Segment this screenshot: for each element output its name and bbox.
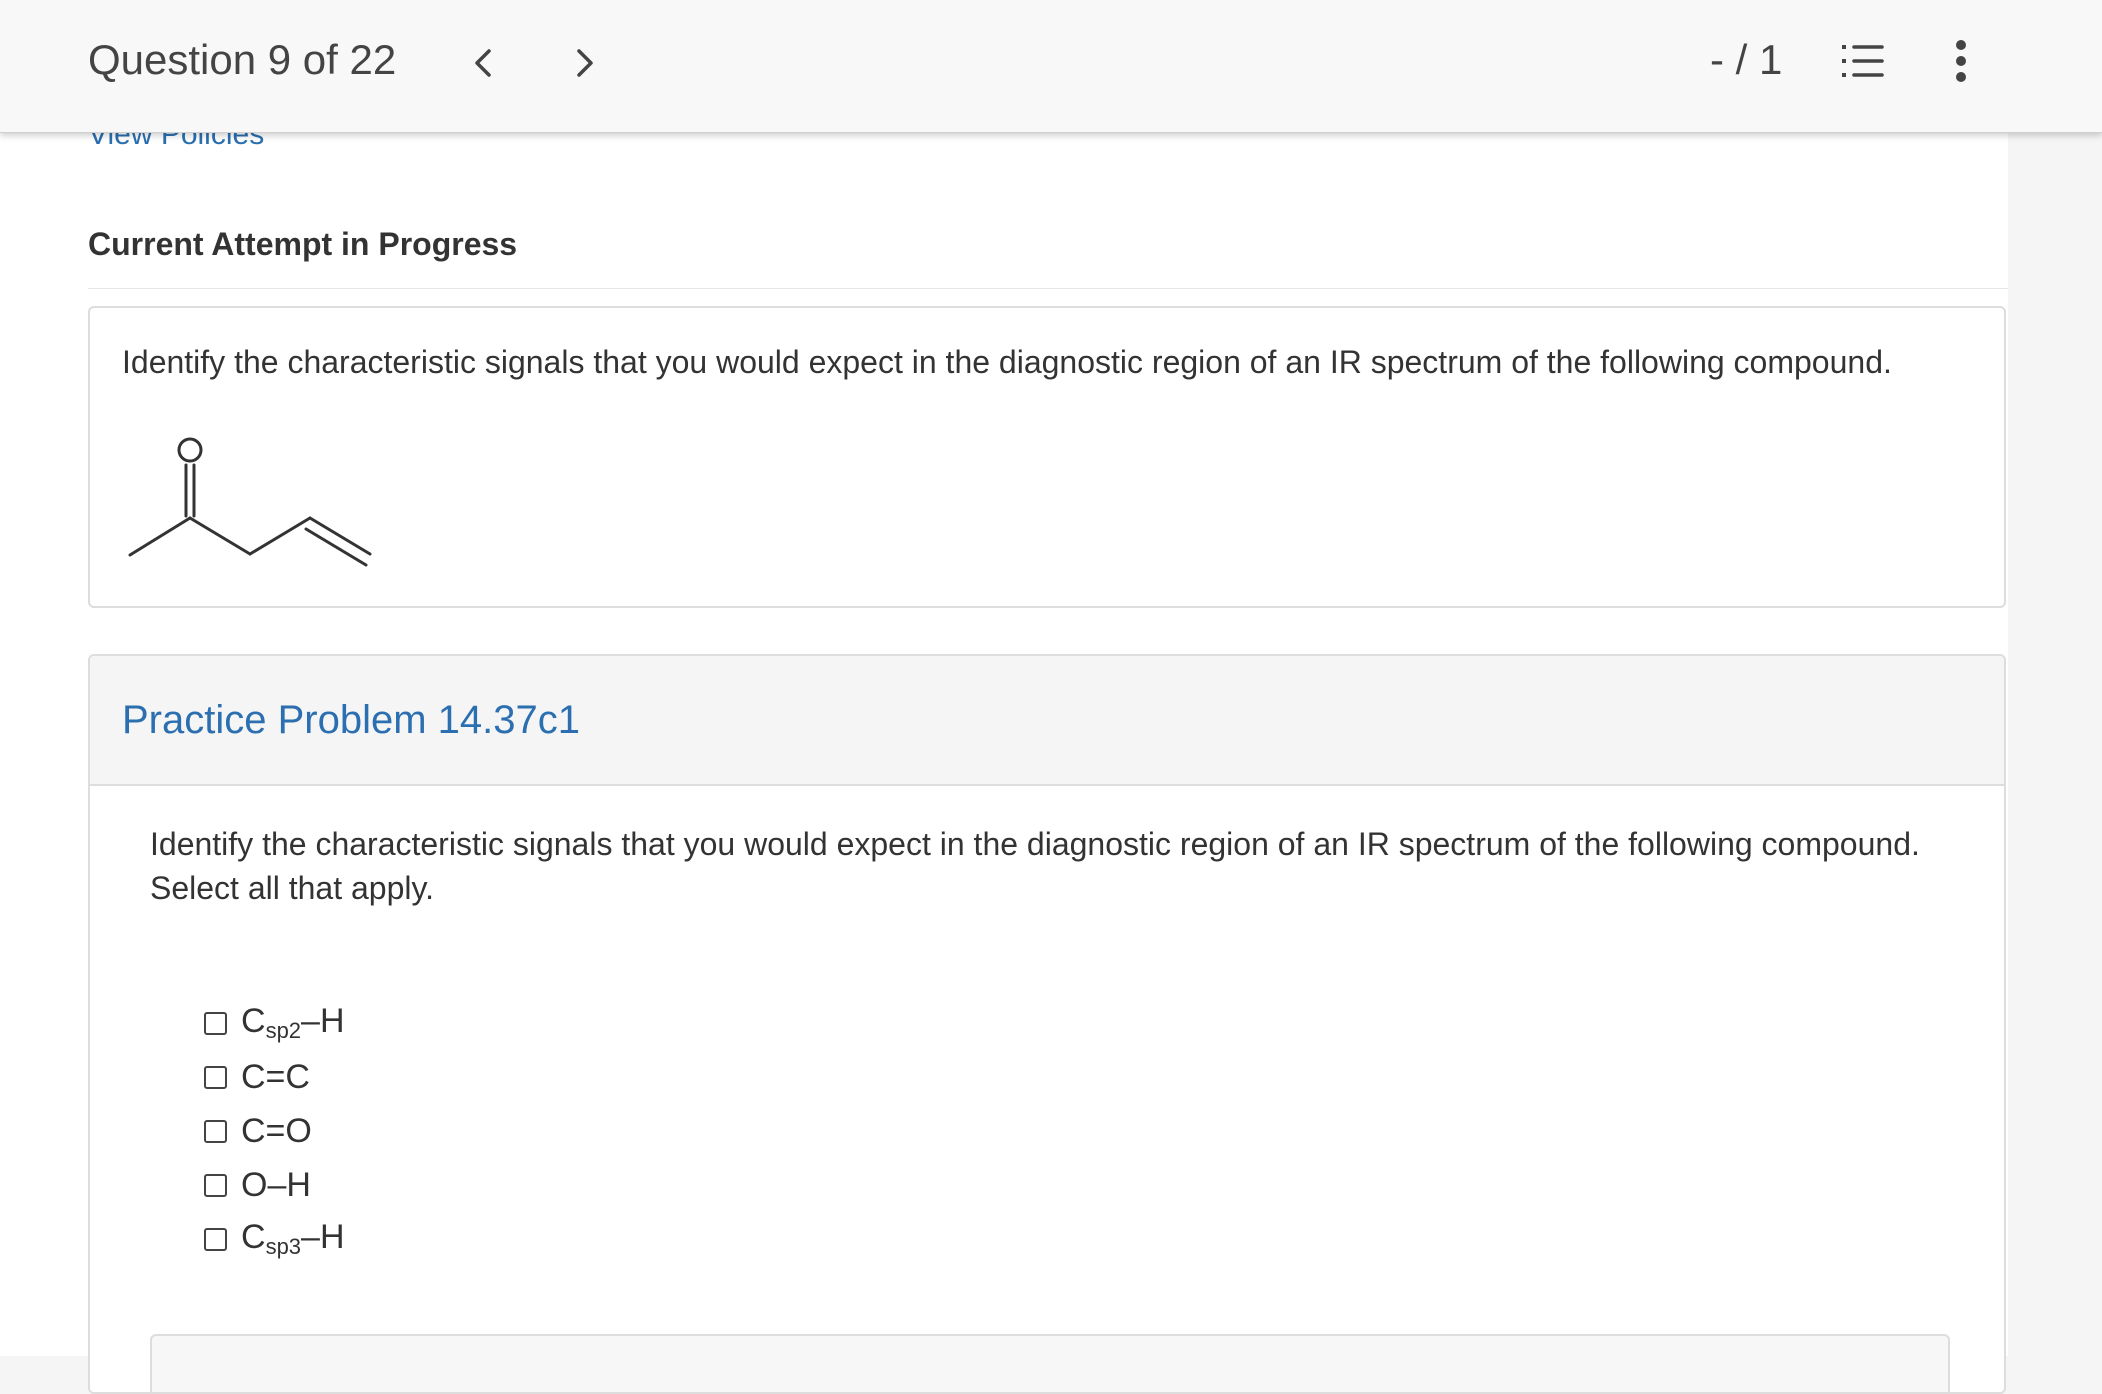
- practice-title: Practice Problem 14.37c1: [122, 698, 581, 742]
- question-text: Identify the characteristic signals that…: [122, 344, 1892, 380]
- checkbox[interactable]: [204, 1119, 227, 1143]
- option-label: Csp2–H: [241, 1002, 345, 1043]
- option-o-h[interactable]: O–H: [204, 1158, 345, 1212]
- oxygen-atom: [177, 437, 203, 463]
- question-counter: Question 9 of 22: [88, 36, 397, 83]
- option-label: C=C: [241, 1057, 310, 1096]
- prompt-line-2: Select all that apply.: [150, 870, 435, 906]
- numbered-list-icon[interactable]: [1838, 40, 1888, 84]
- top-navigation-bar: Question 9 of 22 - / 1: [0, 0, 2102, 133]
- option-c-double-o[interactable]: C=O: [204, 1104, 345, 1158]
- compound-structure: [128, 437, 372, 567]
- previous-question-button[interactable]: [458, 38, 508, 88]
- option-label: O–H: [241, 1165, 311, 1204]
- next-question-button[interactable]: [560, 38, 610, 88]
- vertical-dots-icon[interactable]: [1944, 36, 1978, 86]
- answer-options: Csp2–H C=C C=O O–H Csp3–H: [204, 996, 345, 1266]
- option-csp3-h[interactable]: Csp3–H: [204, 1212, 345, 1266]
- option-c-double-c[interactable]: C=C: [204, 1050, 345, 1104]
- question-box: Identify the characteristic signals that…: [88, 306, 2006, 608]
- checkbox[interactable]: [204, 1173, 227, 1197]
- bond-ch2: [188, 516, 252, 556]
- chevron-left-icon: [475, 49, 491, 77]
- prompt-line-1: Identify the characteristic signals that…: [150, 826, 1920, 862]
- bond-ch: [248, 516, 312, 556]
- page-content: View Policies Current Attempt in Progres…: [0, 0, 2008, 1394]
- checkbox[interactable]: [204, 1065, 227, 1089]
- practice-problem-box: Practice Problem 14.37c1 Identify the ch…: [88, 654, 2006, 1394]
- checkbox[interactable]: [204, 1227, 227, 1251]
- chevron-right-icon: [577, 49, 593, 77]
- practice-header: Practice Problem 14.37c1: [90, 656, 2004, 786]
- option-label: C=O: [241, 1111, 312, 1150]
- checkbox[interactable]: [204, 1011, 227, 1035]
- score-display: - / 1: [1710, 36, 1783, 83]
- bond-methyl: [128, 516, 192, 557]
- attempt-title: Current Attempt in Progress: [88, 226, 518, 262]
- option-csp2-h[interactable]: Csp2–H: [204, 996, 345, 1050]
- answer-panel: [150, 1334, 1950, 1392]
- practice-prompt: Identify the characteristic signals that…: [150, 822, 1950, 910]
- divider: [88, 288, 2008, 289]
- option-label: Csp3–H: [241, 1218, 345, 1259]
